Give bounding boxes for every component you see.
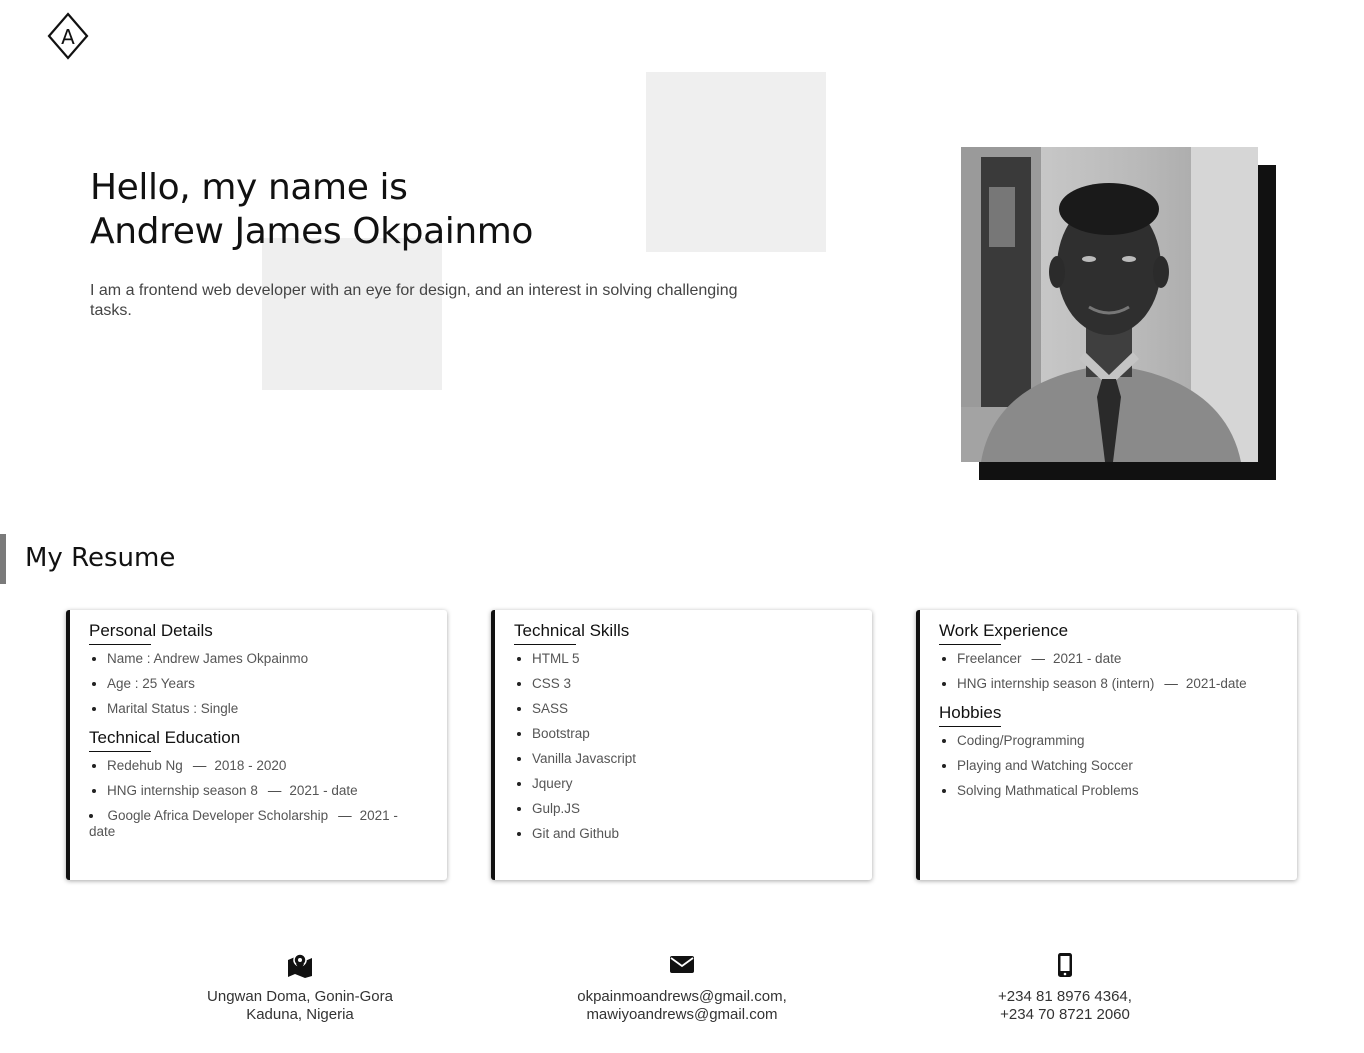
list-item: CSS 3 xyxy=(532,676,852,692)
portrait-illustration xyxy=(961,147,1258,462)
logo-diamond-icon: A xyxy=(47,12,89,60)
heading-underline xyxy=(89,644,151,645)
personal-education-card: Personal Details Name : Andrew James Okp… xyxy=(66,610,447,880)
heading-underline xyxy=(514,644,576,645)
contact-address: Ungwan Doma, Gonin-Gora Kaduna, Nigeria xyxy=(130,952,470,1024)
list-item: Vanilla Javascript xyxy=(532,751,852,767)
list-item: Bootstrap xyxy=(532,726,852,742)
list-item: Freelancer — 2021 - date xyxy=(957,651,1277,667)
dash-separator: — xyxy=(1164,676,1178,691)
dash-separator: — xyxy=(267,783,282,798)
list-item: Gulp.JS xyxy=(532,801,852,817)
list-item: Git and Github xyxy=(532,826,852,842)
address-line-1: Ungwan Doma, Gonin-Gora xyxy=(207,988,393,1005)
list-item: Redehub Ng — 2018 - 2020 xyxy=(107,758,427,774)
site-logo[interactable]: A xyxy=(46,12,90,60)
contact-email[interactable]: okpainmoandrews@gmail.com, mawiyoandrews… xyxy=(512,952,852,1024)
decorative-square-top xyxy=(646,72,826,252)
personal-details-heading: Personal Details xyxy=(89,621,213,640)
list-item: SASS xyxy=(532,701,852,717)
list-item: HTML 5 xyxy=(532,651,852,667)
logo-letter: A xyxy=(61,25,75,49)
hero-title-line-2: Andrew James Okpainmo xyxy=(90,211,534,252)
heading-underline xyxy=(939,726,1001,727)
section-accent-bar xyxy=(0,534,6,584)
list-item: Marital Status : Single xyxy=(107,701,427,717)
phone-line-2[interactable]: +234 70 8721 2060 xyxy=(895,1006,1235,1024)
contact-phone[interactable]: +234 81 8976 4364, +234 70 8721 2060 xyxy=(895,952,1235,1024)
list-item: Coding/Programming xyxy=(957,733,1277,749)
work-period: 2021-date xyxy=(1185,676,1247,691)
mobile-phone-icon xyxy=(1051,952,1079,978)
skills-list: HTML 5 CSS 3 SASS Bootstrap Vanilla Java… xyxy=(514,651,852,842)
work-name: Freelancer xyxy=(957,651,1022,666)
education-period: 2021 - date xyxy=(289,783,358,798)
profile-photo xyxy=(961,147,1258,462)
address-line-2: Kaduna, Nigeria xyxy=(246,1006,354,1023)
work-name: HNG internship season 8 (intern) xyxy=(957,676,1155,691)
map-marker-icon xyxy=(286,952,314,978)
list-item: HNG internship season 8 (intern) — 2021-da… xyxy=(957,676,1277,692)
resume-section-title: My Resume xyxy=(25,543,176,573)
hobbies-heading: Hobbies xyxy=(939,703,1002,722)
dash-separator: — xyxy=(338,808,352,823)
education-name: Google Africa Developer Scholarship xyxy=(107,808,329,823)
education-name: Redehub Ng xyxy=(107,758,183,773)
technical-skills-heading: Technical Skills xyxy=(514,621,630,640)
heading-underline xyxy=(939,644,1001,645)
list-item: Google Africa Developer Scholarship—2021… xyxy=(89,808,427,840)
work-period: 2021 - date xyxy=(1053,651,1122,666)
education-list: Redehub Ng — 2018 - 2020 HNG internship se… xyxy=(89,758,427,840)
phone-line-1[interactable]: +234 81 8976 4364, xyxy=(895,988,1235,1006)
hero-description: I am a frontend web developer with an ey… xyxy=(90,282,738,319)
work-experience-heading: Work Experience xyxy=(939,621,1069,640)
heading-underline xyxy=(89,751,151,752)
list-item: Jquery xyxy=(532,776,852,792)
work-hobbies-card: Work Experience Freelancer — 2021 - date H… xyxy=(916,610,1297,880)
education-name: HNG internship season 8 xyxy=(107,783,258,798)
list-item: HNG internship season 8 — 2021 - date xyxy=(107,783,427,799)
technical-education-heading: Technical Education xyxy=(89,728,241,747)
work-list: Freelancer — 2021 - date HNG internship se… xyxy=(939,651,1277,692)
list-item: Solving Mathmatical Problems xyxy=(957,783,1277,799)
personal-details-list: Name : Andrew James Okpainmo Age : 25 Ye… xyxy=(89,651,427,717)
list-item: Age : 25 Years xyxy=(107,676,427,692)
hero-title: Hello, my name is Andrew James Okpainmo xyxy=(90,166,533,254)
envelope-icon xyxy=(668,952,696,978)
list-item: Playing and Watching Soccer xyxy=(957,758,1277,774)
technical-skills-card: Technical Skills HTML 5 CSS 3 SASS Boots… xyxy=(491,610,872,880)
hobbies-list: Coding/Programming Playing and Watching … xyxy=(939,733,1277,799)
dash-separator: — xyxy=(192,758,207,773)
dash-separator: — xyxy=(1031,651,1046,666)
hero-title-line-1: Hello, my name is xyxy=(90,167,408,208)
education-period: 2018 - 2020 xyxy=(214,758,287,773)
email-line-1[interactable]: okpainmoandrews@gmail.com, xyxy=(512,988,852,1006)
list-item: Name : Andrew James Okpainmo xyxy=(107,651,427,667)
email-line-2[interactable]: mawiyoandrews@gmail.com xyxy=(512,1006,852,1024)
